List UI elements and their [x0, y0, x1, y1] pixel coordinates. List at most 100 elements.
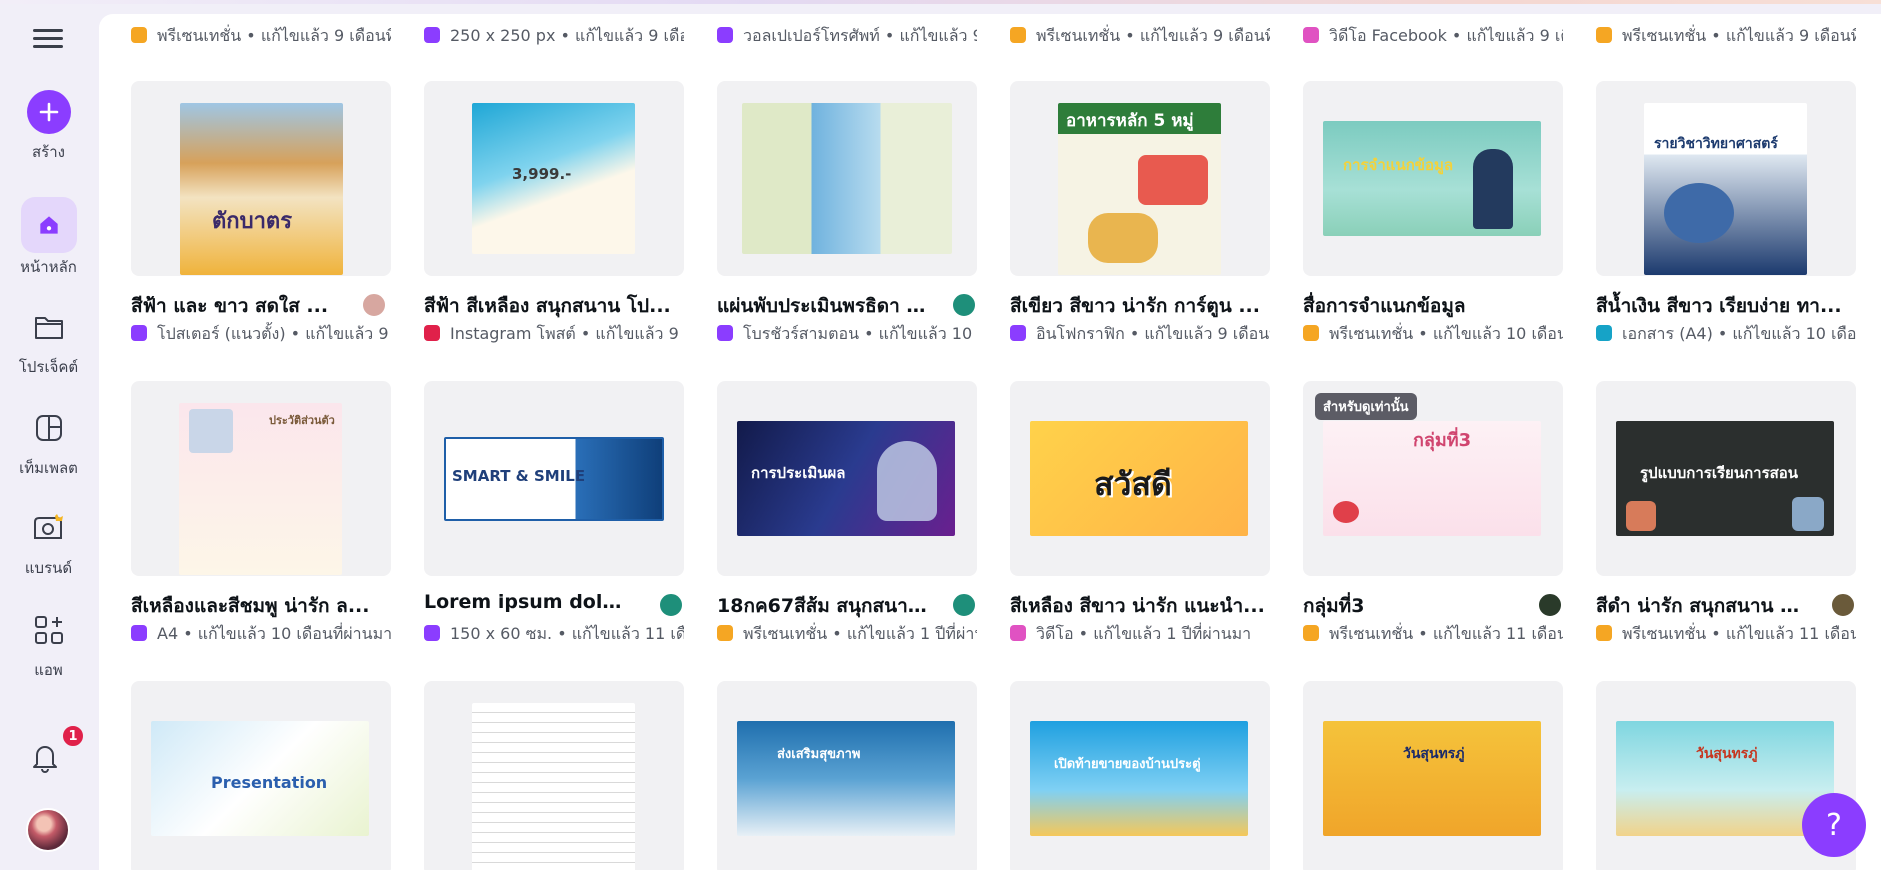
meta-text: A4 • แก้ไขแล้ว 10 เดือนที่ผ่านมา: [157, 624, 391, 643]
card-title-row: สีน้ำเงิน สีขาว เรียบง่าย ทา...: [1596, 291, 1856, 317]
presentation-icon: [1303, 625, 1319, 641]
design-title[interactable]: สีเขียว สีขาว น่ารัก การ์ตูน ...: [1010, 291, 1270, 321]
thumbnail-image: รูปแบบการเรียนการสอน: [1616, 421, 1834, 536]
design-thumbnail[interactable]: ส่งเสริมสุขภาพ: [717, 681, 977, 870]
sidebar-item-apps[interactable]: แอพ: [0, 608, 97, 682]
design-meta: พรีเซนเทชั่น • แก้ไขแล้ว 11 เดือนที่ผ่าน…: [1303, 622, 1563, 644]
sidebar-item-templates[interactable]: เท็มเพลต: [0, 406, 97, 480]
design-thumbnail[interactable]: อาหารหลัก 5 หมู่: [1010, 81, 1270, 276]
design-thumbnail[interactable]: วันสุนทรภู่: [1303, 681, 1563, 870]
sidebar-item-label: แอพ: [34, 661, 63, 679]
sidebar-item-label: หน้าหลัก: [20, 258, 77, 276]
design-thumbnail[interactable]: เปิดท้ายขายของบ้านประตู่: [1010, 681, 1270, 870]
design-meta: อินโฟกราฟิก • แก้ไขแล้ว 9 เดือนที่ผ่านมา: [1010, 322, 1270, 344]
sidebar-item-label: แบรนด์: [24, 559, 73, 577]
thumbnail-text: SMART & SMILE: [452, 467, 586, 485]
design-title[interactable]: สีเหลืองและสีชมพู น่ารัก ล...: [131, 591, 391, 621]
edit-icon: [717, 27, 733, 43]
meta-text: พรีเซนเทชั่น • แก้ไขแล้ว 9 เดือนที่ผ่านม…: [157, 26, 391, 45]
sidebar-item-create[interactable]: สร้าง: [0, 90, 97, 164]
presentation-icon: [131, 27, 147, 43]
owner-avatar: [1830, 592, 1856, 618]
hamburger-menu-icon[interactable]: [33, 26, 63, 50]
edit-icon: [424, 27, 440, 43]
thumbnail-image: สวัสดี: [1030, 421, 1248, 536]
help-button[interactable]: ?: [1802, 793, 1866, 857]
design-title[interactable]: สีฟ้า และ ขาว สดใส ...: [131, 291, 341, 321]
infographic-icon: [1010, 325, 1026, 341]
brand-icon: [27, 506, 71, 550]
thumbnail-image: [472, 703, 635, 870]
sidebar-item-projects[interactable]: โปรเจ็คต์: [0, 305, 97, 379]
design-thumbnail[interactable]: การประเมินผล: [717, 381, 977, 576]
thumbnail-image: SMART & SMILE: [444, 437, 664, 521]
design-meta: พรีเซนเทชั่น • แก้ไขแล้ว 9 เดือนที่ผ่านม…: [1010, 24, 1270, 46]
meta-text: วอลเปเปอร์โทรศัพท์ • แก้ไขแล้ว 9 เดือนที…: [743, 26, 977, 45]
design-meta: พรีเซนเทชั่น • แก้ไขแล้ว 9 เดือนที่ผ่านม…: [1596, 24, 1856, 46]
card-title-row: สีเหลืองและสีชมพู น่ารัก ล...: [131, 591, 391, 617]
design-meta: พรีเซนเทชั่น • แก้ไขแล้ว 1 ปีที่ผ่านมา: [717, 622, 977, 644]
design-meta: พรีเซนเทชั่น • แก้ไขแล้ว 10 เดือนที่ผ่าน…: [1303, 322, 1563, 344]
meta-text: วิดีโอ • แก้ไขแล้ว 1 ปีที่ผ่านมา: [1036, 624, 1252, 643]
sidebar-item-label: เท็มเพลต: [19, 459, 78, 477]
thumbnail-text: อาหารหลัก 5 หมู่: [1066, 111, 1194, 131]
design-thumbnail[interactable]: การจำแนกข้อมูล: [1303, 81, 1563, 276]
card-title-row: สีดำ น่ารัก สนุกสนาน ง...: [1596, 591, 1856, 618]
meta-text: อินโฟกราฟิก • แก้ไขแล้ว 9 เดือนที่ผ่านมา: [1036, 324, 1270, 343]
meta-text: โบรชัวร์สามตอน • แก้ไขแล้ว 10 เดือนที่ผ่…: [743, 324, 977, 343]
sidebar: สร้าง หน้าหลัก โปรเจ็คต์ เท็มเพลต แบรนด์…: [0, 0, 97, 870]
meta-text: 150 x 60 ซม. • แก้ไขแล้ว 11 เดือนที่ผ่าน…: [450, 624, 684, 643]
design-title[interactable]: 18กค67สีส้ม สนุกสนาน...: [717, 591, 927, 621]
design-thumbnail[interactable]: ตักบาตร: [131, 81, 391, 276]
sidebar-item-brand[interactable]: แบรนด์: [0, 506, 97, 580]
design-thumbnail[interactable]: 3,999.-: [424, 81, 684, 276]
design-thumbnail[interactable]: สวัสดี: [1010, 381, 1270, 576]
design-thumbnail[interactable]: SMART & SMILE: [424, 381, 684, 576]
design-meta: พรีเซนเทชั่น • แก้ไขแล้ว 9 เดือนที่ผ่านม…: [131, 24, 391, 46]
design-meta: วอลเปเปอร์โทรศัพท์ • แก้ไขแล้ว 9 เดือนที…: [717, 24, 977, 46]
presentation-icon: [717, 625, 733, 641]
design-title[interactable]: สีน้ำเงิน สีขาว เรียบง่าย ทา...: [1596, 291, 1856, 321]
presentation-icon: [1596, 27, 1612, 43]
design-title[interactable]: แผ่นพับประเมินพรธิดา ...: [717, 291, 927, 321]
meta-text: พรีเซนเทชั่น • แก้ไขแล้ว 9 เดือนที่ผ่านม…: [1036, 26, 1270, 45]
thumbnail-text: ประวัติส่วนตัว: [269, 414, 335, 427]
card-title-row: สีเหลือง สีขาว น่ารัก แนะนำ...: [1010, 591, 1270, 617]
poster-icon: [131, 325, 147, 341]
design-thumbnail[interactable]: [717, 81, 977, 276]
design-thumbnail[interactable]: กลุ่มที่3 สำหรับดูเท่านั้น: [1303, 381, 1563, 576]
thumbnail-text: รูปแบบการเรียนการสอน: [1640, 464, 1799, 482]
design-thumbnail[interactable]: ประวัติส่วนตัว: [131, 381, 391, 576]
card-title-row: แผ่นพับประเมินพรธิดา ...: [717, 291, 977, 318]
thumbnail-text: สวัสดี: [1094, 465, 1172, 503]
thumbnail-image: อาหารหลัก 5 หมู่: [1058, 103, 1221, 275]
design-thumbnail[interactable]: รายวิชาวิทยาศาสตร์: [1596, 81, 1856, 276]
meta-text: พรีเซนเทชั่น • แก้ไขแล้ว 9 เดือนที่ผ่านม…: [1622, 26, 1856, 45]
design-thumbnail[interactable]: Presentation: [131, 681, 391, 870]
avatar[interactable]: [26, 808, 70, 852]
thumbnail-text: Presentation: [211, 773, 328, 792]
design-thumbnail[interactable]: รูปแบบการเรียนการสอน: [1596, 381, 1856, 576]
design-meta: โปสเตอร์ (แนวตั้ง) • แก้ไขแล้ว 9 เดือนที…: [131, 322, 391, 344]
design-title[interactable]: กลุ่มที่3: [1303, 591, 1513, 621]
instagram-icon: [424, 325, 440, 341]
design-title[interactable]: Lorem ipsum dolor si...: [424, 591, 634, 613]
sidebar-item-home[interactable]: หน้าหลัก: [0, 197, 97, 279]
thumbnail-image: วันสุนทรภู่: [1616, 721, 1834, 836]
thumbnail-image: 3,999.-: [472, 103, 635, 254]
design-thumbnail[interactable]: [424, 681, 684, 870]
owner-avatar: [951, 292, 977, 318]
meta-text: 250 x 250 px • แก้ไขแล้ว 9 เดือนที่ผ่านม…: [450, 26, 684, 45]
bell-icon[interactable]: [28, 740, 68, 776]
meta-text: พรีเซนเทชั่น • แก้ไขแล้ว 11 เดือนที่ผ่าน…: [1622, 624, 1856, 643]
folder-icon: [27, 305, 71, 349]
design-meta: พรีเซนเทชั่น • แก้ไขแล้ว 11 เดือนที่ผ่าน…: [1596, 622, 1856, 644]
apps-icon: [27, 608, 71, 652]
design-title[interactable]: สีเหลือง สีขาว น่ารัก แนะนำ...: [1010, 591, 1270, 621]
owner-avatar: [1537, 592, 1563, 618]
design-meta: A4 • แก้ไขแล้ว 10 เดือนที่ผ่านมา: [131, 622, 391, 644]
design-title[interactable]: สีฟ้า สีเหลือง สนุกสนาน โป...: [424, 291, 684, 321]
design-title[interactable]: สีดำ น่ารัก สนุกสนาน ง...: [1596, 591, 1806, 621]
card-title-row: Lorem ipsum dolor si...: [424, 591, 684, 618]
design-title[interactable]: สื่อการจำแนกข้อมูล: [1303, 291, 1563, 321]
